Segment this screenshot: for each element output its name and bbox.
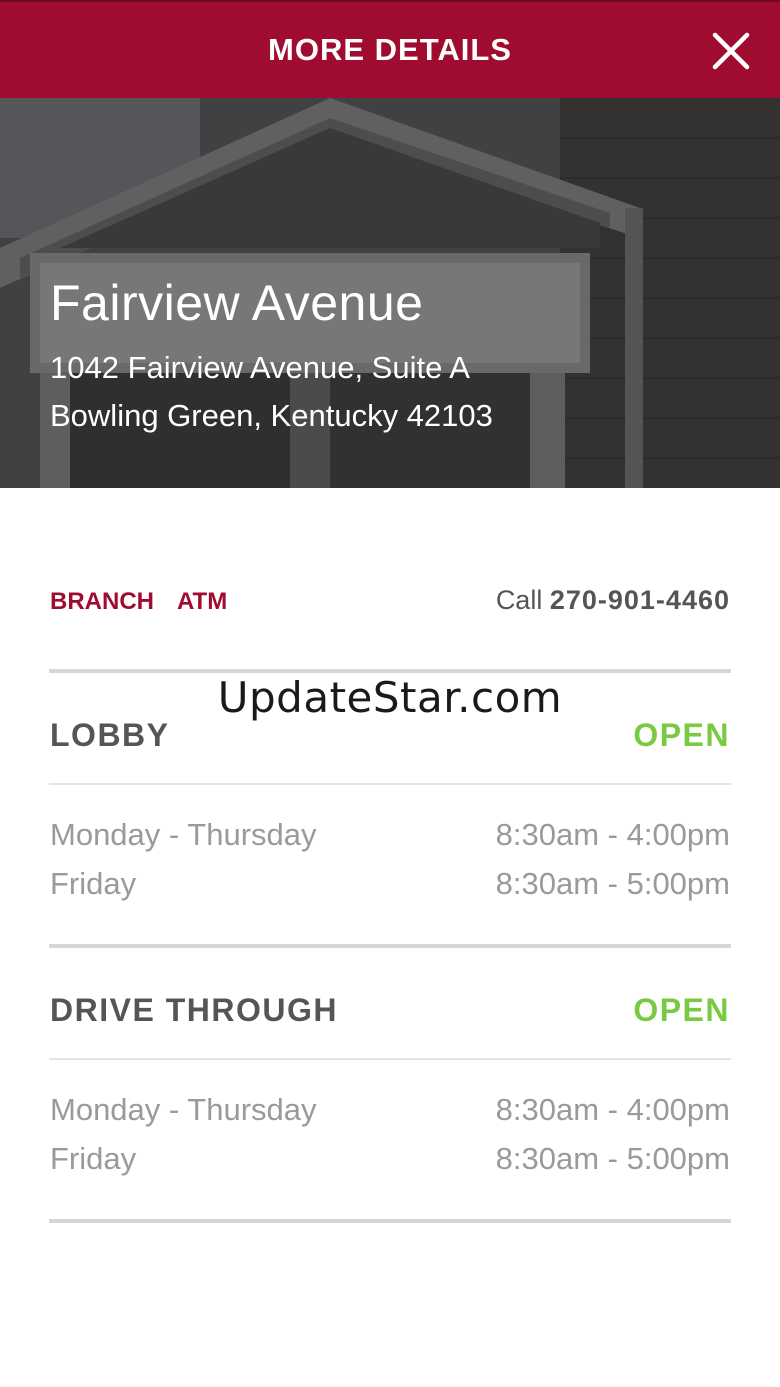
lobby-title: LOBBY xyxy=(50,717,170,753)
branch-name: Fairview Avenue xyxy=(50,275,424,331)
call-link[interactable]: Call 270-901-4460 xyxy=(496,585,730,616)
lobby-days-row-2: Friday xyxy=(50,866,137,901)
drive-through-status-badge: OPEN xyxy=(633,992,730,1028)
tab-atm[interactable]: ATM xyxy=(177,588,227,616)
drive-through-time-row-1: 8:30am - 4:00pm xyxy=(495,1092,730,1127)
divider xyxy=(49,669,731,673)
lobby-time-row-1: 8:30am - 4:00pm xyxy=(495,817,730,852)
phone-number[interactable]: 270-901-4460 xyxy=(550,585,730,615)
drive-through-days-row-1: Monday - Thursday xyxy=(50,1092,317,1127)
close-button[interactable] xyxy=(712,32,750,70)
divider xyxy=(49,1219,731,1223)
drive-through-days-row-2: Friday xyxy=(50,1141,137,1176)
lobby-time-row-2: 8:30am - 5:00pm xyxy=(495,866,730,901)
address-line-2: Bowling Green, Kentucky 42103 xyxy=(50,398,493,433)
drive-through-time-row-2: 8:30am - 5:00pm xyxy=(495,1141,730,1176)
close-icon xyxy=(712,32,750,70)
divider xyxy=(49,944,731,948)
call-prefix: Call xyxy=(495,585,543,615)
drive-through-title: DRIVE THROUGH xyxy=(50,992,338,1028)
branch-details-screen: MORE DETAILS Fairview Avenue 1042 Fairvi… xyxy=(0,0,780,1387)
branch-photo: Fairview Avenue 1042 Fairview Avenue, Su… xyxy=(0,98,780,488)
tab-branch[interactable]: BRANCH xyxy=(50,588,154,616)
header-bar: MORE DETAILS xyxy=(0,0,780,98)
page-title: MORE DETAILS xyxy=(268,32,512,67)
lobby-status-badge: OPEN xyxy=(633,717,730,753)
lobby-days-row-1: Monday - Thursday xyxy=(50,817,317,852)
address-line-1: 1042 Fairview Avenue, Suite A xyxy=(50,350,470,385)
watermark-text: UpdateStar.com xyxy=(217,673,563,722)
divider xyxy=(49,783,731,785)
divider xyxy=(49,1058,731,1060)
